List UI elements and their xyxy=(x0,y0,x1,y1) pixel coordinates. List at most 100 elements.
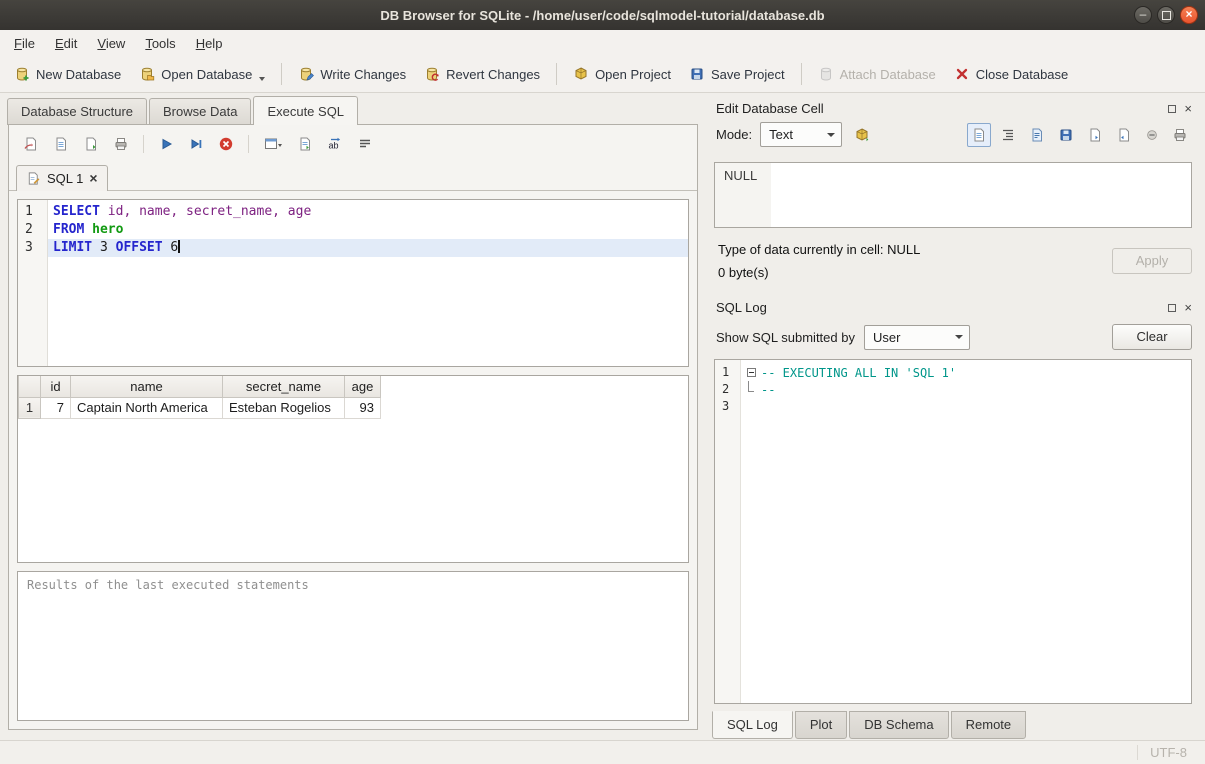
column-header-id[interactable]: id xyxy=(41,376,71,397)
edit-text-icon[interactable] xyxy=(967,123,991,147)
line-number: 3 xyxy=(18,239,47,257)
export-csv-icon[interactable] xyxy=(293,132,317,156)
close-dock-icon[interactable] xyxy=(1184,300,1192,315)
print-cell-icon[interactable] xyxy=(1168,123,1192,147)
log-content: -- EXECUTING ALL IN 'SQL 1' -- xyxy=(741,360,1191,703)
find-replace-icon[interactable]: ab xyxy=(323,132,347,156)
sql-script-icon xyxy=(26,171,41,186)
cell-secret-name[interactable]: Esteban Rogelios xyxy=(223,397,345,418)
column-header-secret-name[interactable]: secret_name xyxy=(223,376,345,397)
tab-remote[interactable]: Remote xyxy=(951,711,1027,739)
word-wrap-icon[interactable] xyxy=(353,132,377,156)
results-table[interactable]: id name secret_name age 1 7 Captain Nort… xyxy=(17,375,689,563)
export-arrow-icon[interactable] xyxy=(1112,123,1136,147)
toolbar-separator xyxy=(143,135,144,153)
tab-browse-data[interactable]: Browse Data xyxy=(149,98,251,125)
toolbar-label: Open Project xyxy=(595,67,671,82)
log-text: -- EXECUTING ALL IN 'SQL 1' xyxy=(761,366,956,380)
log-filter-select[interactable]: User xyxy=(864,325,970,350)
binary-doc-icon[interactable] xyxy=(1025,123,1049,147)
column-header-age[interactable]: age xyxy=(345,376,381,397)
results-message[interactable]: Results of the last executed statements xyxy=(17,571,689,721)
cell-id[interactable]: 7 xyxy=(41,397,71,418)
sql-open-file-icon[interactable] xyxy=(49,132,73,156)
log-line-number-gutter: 1 2 3 xyxy=(715,360,741,703)
sql-table-name: hero xyxy=(84,222,123,237)
open-project-button[interactable]: Open Project xyxy=(565,61,679,87)
close-dock-icon[interactable] xyxy=(1184,101,1192,116)
tab-sql-log[interactable]: SQL Log xyxy=(712,711,793,739)
log-line-3 xyxy=(741,398,1191,415)
cell-editor[interactable]: NULL xyxy=(714,162,1192,228)
menu-tools[interactable]: Tools xyxy=(135,32,185,55)
database-close-icon xyxy=(954,66,970,82)
tab-db-schema[interactable]: DB Schema xyxy=(849,711,948,739)
float-dock-icon[interactable] xyxy=(1168,304,1176,312)
tab-plot[interactable]: Plot xyxy=(795,711,847,739)
tab-database-structure[interactable]: Database Structure xyxy=(7,98,147,125)
menubar: File Edit View Tools Help xyxy=(0,30,1205,56)
revert-changes-button[interactable]: Revert Changes xyxy=(416,61,548,87)
results-message-placeholder: Results of the last executed statements xyxy=(27,578,309,592)
close-tab-icon[interactable] xyxy=(89,170,97,186)
sql-editor[interactable]: 1 2 3 SELECT id, name, secret_name, age … xyxy=(17,199,689,367)
detach-tab-icon[interactable] xyxy=(259,132,287,156)
sql-new-tab-icon[interactable] xyxy=(19,132,43,156)
sql-log-title: SQL Log xyxy=(716,300,767,315)
write-changes-button[interactable]: Write Changes xyxy=(290,61,414,87)
line-number: 2 xyxy=(18,221,47,239)
tab-execute-sql[interactable]: Execute SQL xyxy=(253,96,358,125)
titlebar[interactable]: DB Browser for SQLite - /home/user/code/… xyxy=(0,0,1205,30)
close-database-button[interactable]: Close Database xyxy=(946,61,1077,87)
set-null-icon[interactable] xyxy=(1141,124,1163,146)
sql1-tab[interactable]: SQL 1 xyxy=(16,165,108,191)
sql-log-controls: Show SQL submitted by User Clear xyxy=(712,319,1194,359)
menu-help[interactable]: Help xyxy=(186,32,233,55)
execute-line-icon[interactable] xyxy=(184,132,208,156)
sql-keyword: FROM xyxy=(53,222,84,237)
execute-all-icon[interactable] xyxy=(154,132,178,156)
edit-cell-toolbar: Mode: Text xyxy=(712,120,1194,151)
log-filter-value: User xyxy=(873,330,900,345)
fold-marker[interactable] xyxy=(741,364,761,381)
edit-cell-title: Edit Database Cell xyxy=(716,101,824,116)
save-project-button[interactable]: Save Project xyxy=(681,61,793,87)
menu-edit[interactable]: Edit xyxy=(45,32,87,55)
toolbar-label: New Database xyxy=(36,67,121,82)
minimize-icon[interactable] xyxy=(1134,6,1152,24)
float-dock-icon[interactable] xyxy=(1168,105,1176,113)
table-row[interactable]: 1 7 Captain North America Esteban Rogeli… xyxy=(19,397,381,418)
execute-sql-panel: ab SQL 1 1 2 3 xyxy=(8,124,698,730)
import-arrow-icon[interactable] xyxy=(1083,123,1107,147)
import-cell-data-icon[interactable] xyxy=(850,123,874,147)
open-database-button[interactable]: Open Database xyxy=(131,61,273,87)
sql-print-icon[interactable] xyxy=(109,132,133,156)
toolbar-label: Open Database xyxy=(161,67,252,82)
menu-view[interactable]: View xyxy=(87,32,135,55)
cell-age[interactable]: 93 xyxy=(345,397,381,418)
stop-icon[interactable] xyxy=(214,132,238,156)
mode-select[interactable]: Text xyxy=(760,122,842,147)
clear-button[interactable]: Clear xyxy=(1112,324,1192,350)
log-filter-label: Show SQL submitted by xyxy=(716,330,855,345)
status-separator xyxy=(1137,745,1138,760)
main-toolbar: New Database Open Database Write Changes… xyxy=(0,56,1205,93)
toolbar-separator xyxy=(248,135,249,153)
encoding-indicator[interactable]: UTF-8 xyxy=(1150,745,1187,760)
menu-file[interactable]: File xyxy=(4,32,45,55)
code-line-3: LIMIT 3 OFFSET 6 xyxy=(48,239,688,257)
column-header-name[interactable]: name xyxy=(71,376,223,397)
close-icon[interactable] xyxy=(1180,6,1198,24)
text-cursor xyxy=(178,240,180,253)
save-cell-icon[interactable] xyxy=(1054,123,1078,147)
line-number: 1 xyxy=(18,203,47,221)
sql-save-file-icon[interactable] xyxy=(79,132,103,156)
line-number: 3 xyxy=(715,398,740,415)
sql-log-view[interactable]: 1 2 3 -- EXECUTING ALL IN 'SQL 1' -- xyxy=(714,359,1192,704)
indent-text-icon[interactable] xyxy=(996,123,1020,147)
cell-name[interactable]: Captain North America xyxy=(71,397,223,418)
maximize-icon[interactable] xyxy=(1157,6,1175,24)
fold-guide xyxy=(741,381,761,398)
cell-mode-icons xyxy=(967,123,1192,147)
new-database-button[interactable]: New Database xyxy=(6,61,129,87)
